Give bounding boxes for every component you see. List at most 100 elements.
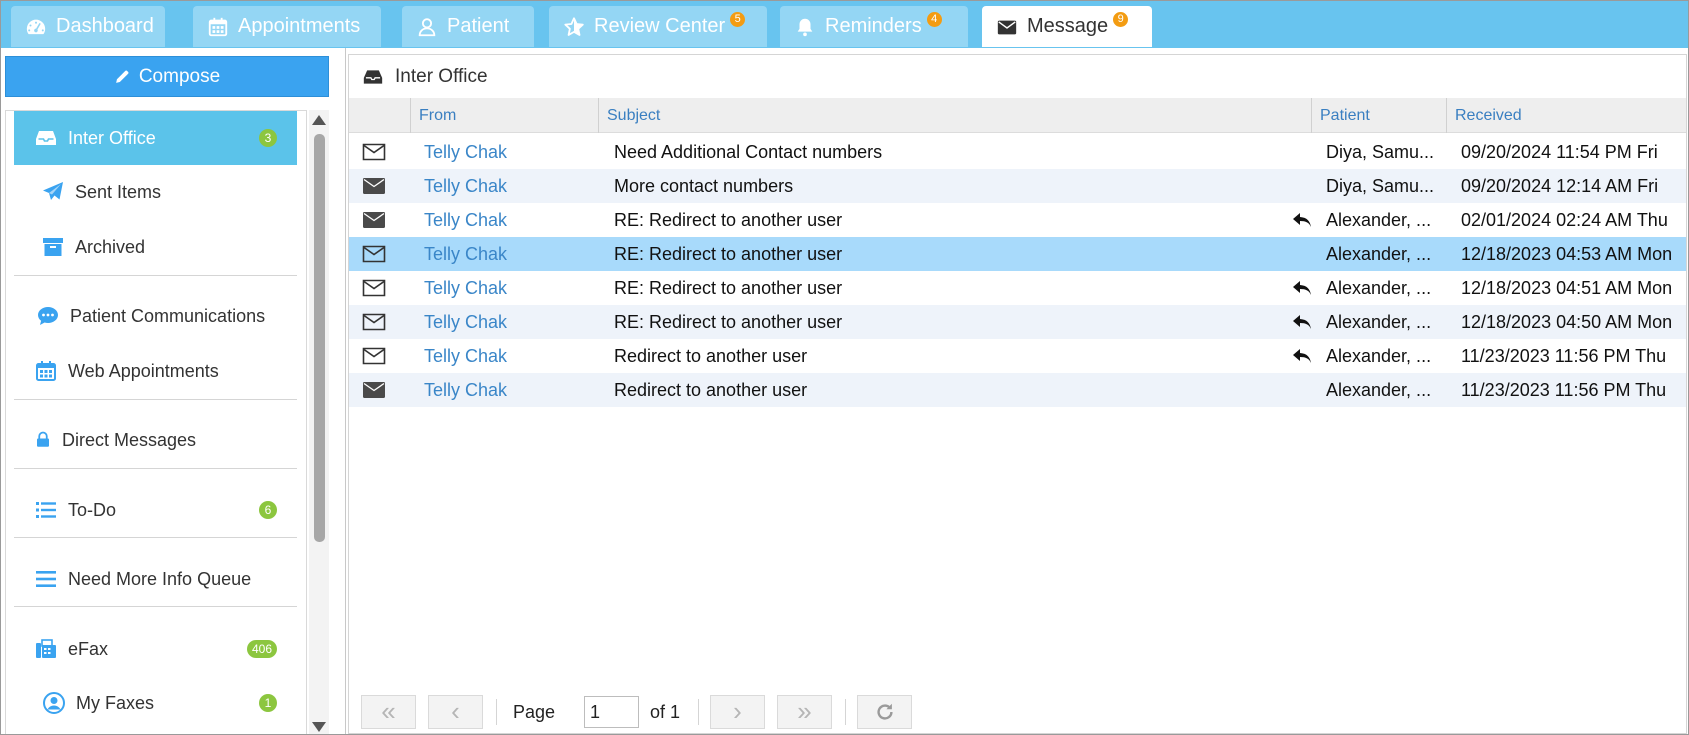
calendar-icon — [36, 361, 56, 381]
subject-cell[interactable]: More contact numbers — [614, 169, 1214, 203]
sidebar-item-label: eFax — [68, 638, 109, 659]
status-cell — [362, 169, 388, 203]
column-header-subject[interactable]: Subject — [598, 98, 1311, 133]
from-cell[interactable]: Telly Chak — [424, 305, 584, 339]
status-cell — [362, 237, 388, 271]
sidebar-item-to-do[interactable]: To-Do 6 — [14, 483, 297, 537]
sidebar-item-label: Archived — [75, 236, 146, 257]
status-cell — [362, 135, 388, 169]
patient-cell: Diya, Samu... — [1326, 176, 1435, 196]
reply-status-cell — [1291, 339, 1315, 373]
previous-page-button[interactable]: ‹ — [428, 695, 483, 729]
from-cell[interactable]: Telly Chak — [424, 271, 584, 305]
inbox-icon — [36, 131, 56, 145]
sidebar-item-direct-messages[interactable]: Direct Messages — [14, 413, 297, 467]
received-cell: 12/18/2023 04:50 AM Mon — [1461, 312, 1673, 332]
subject-cell[interactable]: Redirect to another user — [614, 373, 1214, 407]
tab-dashboard[interactable]: Dashboard — [11, 6, 165, 47]
table-row[interactable]: Telly Chak Redirect to another user Alexan… — [349, 339, 1686, 373]
pager-divider — [698, 699, 699, 725]
envelope-icon — [997, 20, 1017, 34]
last-page-button[interactable]: » — [777, 695, 832, 729]
my-faxes-count-badge: 1 — [259, 694, 277, 712]
column-header-patient[interactable]: Patient — [1311, 98, 1446, 133]
tab-message[interactable]: Message 9 — [982, 6, 1152, 47]
patient-cell: Diya, Samu... — [1326, 142, 1435, 162]
scroll-up-arrow-icon[interactable] — [312, 115, 326, 125]
scroll-down-arrow-icon[interactable] — [312, 722, 326, 732]
fax-icon — [36, 639, 56, 658]
tab-patient[interactable]: Patient — [402, 6, 534, 47]
sidebar: Compose Inter Office 3 Sent Items Archiv… — [1, 48, 346, 734]
patient-cell: Alexander, ... — [1326, 380, 1432, 400]
sidebar-divider — [14, 468, 297, 469]
from-cell[interactable]: Telly Chak — [424, 203, 584, 237]
sidebar-item-my-faxes[interactable]: My Faxes 1 — [14, 676, 297, 730]
sidebar-item-label: Inter Office — [68, 127, 156, 148]
received-cell: 12/18/2023 04:51 AM Mon — [1461, 278, 1673, 298]
table-row[interactable]: Telly Chak Need Additional Contact number… — [349, 135, 1686, 169]
compose-button[interactable]: Compose — [5, 56, 329, 97]
column-header-received[interactable]: Received — [1446, 98, 1688, 133]
app-window: Dashboard Appointments Patient Review Ce… — [0, 0, 1689, 735]
subject-cell[interactable]: Redirect to another user — [614, 339, 1214, 373]
sidebar-item-archived[interactable]: Archived — [14, 220, 297, 274]
table-row[interactable]: Telly Chak RE: Redirect to another user Al… — [349, 237, 1686, 271]
sidebar-item-inter-office[interactable]: Inter Office 3 — [14, 111, 297, 165]
page-number-input[interactable] — [584, 696, 639, 728]
sidebar-item-label: Web Appointments — [68, 360, 219, 381]
bell-icon — [797, 18, 813, 36]
table-row[interactable]: Telly Chak More contact numbers Diya, Samu… — [349, 169, 1686, 203]
pager-divider — [496, 699, 497, 725]
refresh-icon — [876, 703, 893, 720]
envelope-unread-icon — [362, 313, 386, 331]
tab-label: Message — [1027, 15, 1109, 37]
sidebar-item-patient-communications[interactable]: Patient Communications — [14, 289, 297, 343]
sidebar-item-need-more-info-queue[interactable]: Need More Info Queue — [14, 552, 297, 606]
table-header: From Subject Patient Received — [349, 98, 1686, 133]
sidebar-item-efax[interactable]: eFax 406 — [14, 622, 297, 676]
envelope-read-icon — [363, 212, 385, 228]
tab-review-center[interactable]: Review Center 5 — [549, 6, 767, 47]
panel-header: Inter Office — [349, 55, 1686, 98]
tab-label: Dashboard — [56, 15, 154, 37]
table-row[interactable]: Telly Chak RE: Redirect to another user Al… — [349, 305, 1686, 339]
efax-count-badge: 406 — [246, 640, 277, 658]
sidebar-scrollbar[interactable] — [309, 110, 329, 734]
column-header-status[interactable] — [349, 98, 410, 133]
message-table-body: Telly Chak Need Additional Contact number… — [349, 135, 1686, 407]
table-row[interactable]: Telly Chak RE: Redirect to another user Al… — [349, 271, 1686, 305]
sidebar-divider — [14, 399, 297, 400]
patient-cell: Alexander, ... — [1326, 278, 1432, 298]
sidebar-divider — [14, 275, 297, 276]
subject-cell[interactable]: Need Additional Contact numbers — [614, 135, 1214, 169]
table-row[interactable]: Telly Chak RE: Redirect to another user Al… — [349, 203, 1686, 237]
inter-office-count-badge: 3 — [259, 129, 277, 147]
tab-appointments[interactable]: Appointments — [193, 6, 381, 47]
table-row[interactable]: Telly Chak Redirect to another user Alexan… — [349, 373, 1686, 407]
top-tab-bar: Dashboard Appointments Patient Review Ce… — [1, 1, 1688, 48]
received-cell: 09/20/2024 12:14 AM Fri — [1461, 176, 1659, 196]
tab-reminders[interactable]: Reminders 4 — [780, 6, 968, 47]
tab-label: Patient — [447, 15, 510, 37]
pagination-bar: « ‹ Page of 1 › » — [361, 695, 1261, 731]
subject-cell[interactable]: RE: Redirect to another user — [614, 305, 1214, 339]
subject-cell[interactable]: RE: Redirect to another user — [614, 237, 1214, 271]
from-cell[interactable]: Telly Chak — [424, 237, 584, 271]
dashboard-icon — [26, 19, 46, 34]
refresh-button[interactable] — [857, 695, 912, 729]
next-page-button[interactable]: › — [710, 695, 765, 729]
column-header-from[interactable]: From — [410, 98, 598, 133]
sidebar-item-web-appointments[interactable]: Web Appointments — [14, 344, 297, 398]
subject-cell[interactable]: RE: Redirect to another user — [614, 203, 1214, 237]
inbox-icon — [363, 69, 383, 84]
subject-cell[interactable]: RE: Redirect to another user — [614, 271, 1214, 305]
from-cell[interactable]: Telly Chak — [424, 339, 584, 373]
from-cell[interactable]: Telly Chak — [424, 169, 584, 203]
first-page-button[interactable]: « — [361, 695, 416, 729]
from-cell[interactable]: Telly Chak — [424, 135, 584, 169]
list-icon — [36, 502, 56, 518]
sidebar-item-sent-items[interactable]: Sent Items — [14, 165, 297, 219]
scrollbar-thumb[interactable] — [314, 134, 325, 542]
from-cell[interactable]: Telly Chak — [424, 373, 584, 407]
